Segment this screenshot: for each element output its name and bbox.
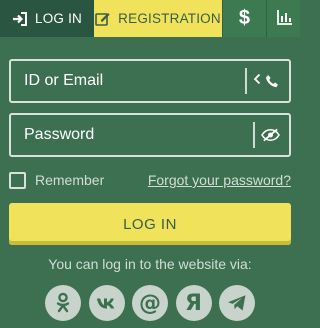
tab-registration[interactable]: REGISTRATION [94, 0, 222, 37]
field-divider [245, 68, 247, 94]
tab-deposit[interactable]: $ [222, 0, 266, 37]
id-email-input[interactable] [11, 61, 245, 101]
vk-icon [96, 297, 118, 310]
odnoklassniki-icon [55, 292, 71, 314]
telegram-button[interactable] [219, 285, 255, 321]
tab-login-label: LOG IN [35, 11, 82, 26]
mail-icon: @ [139, 290, 161, 316]
social-login-caption: You can log in to the website via: [48, 256, 252, 272]
tab-login[interactable]: LOG IN [0, 0, 94, 37]
phone-icon [265, 74, 280, 89]
chevron-left-icon [253, 72, 261, 90]
dollar-icon: $ [238, 7, 251, 29]
login-button[interactable]: LOG IN [9, 203, 291, 245]
tab-statistics[interactable] [266, 0, 300, 37]
social-login-buttons: @ Я [45, 285, 255, 321]
sign-in-icon [12, 11, 28, 26]
phone-toggle[interactable] [253, 72, 289, 90]
tab-registration-label: REGISTRATION [118, 11, 221, 26]
yandex-button[interactable]: Я [175, 285, 212, 321]
remember-label: Remember [35, 172, 105, 188]
yandex-icon: Я [185, 290, 202, 316]
field-divider [253, 122, 255, 148]
show-password-toggle[interactable] [261, 128, 289, 142]
mail-button[interactable]: @ [132, 285, 168, 321]
odnoklassniki-button[interactable] [45, 285, 81, 321]
id-email-field [9, 59, 291, 103]
forgot-password-link[interactable]: Forgot your password? [148, 172, 291, 188]
password-input[interactable] [11, 115, 253, 155]
telegram-icon [227, 294, 247, 312]
remember-checkbox[interactable] [9, 171, 26, 189]
remember-row: Remember Forgot your password? [9, 170, 291, 190]
vk-button[interactable] [88, 285, 125, 321]
auth-tab-bar: LOG IN REGISTRATION $ [0, 0, 300, 37]
eye-slash-icon [261, 128, 280, 142]
password-field [9, 113, 291, 157]
edit-icon [95, 11, 111, 26]
bar-chart-icon [277, 9, 293, 28]
